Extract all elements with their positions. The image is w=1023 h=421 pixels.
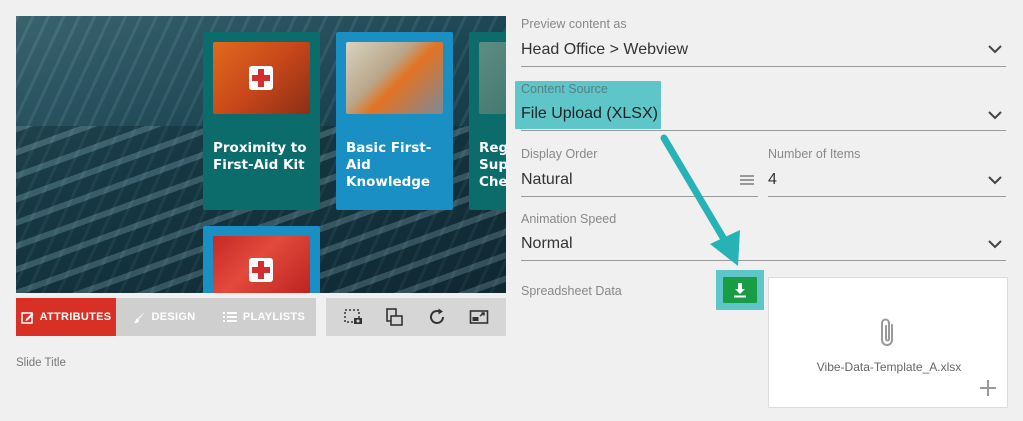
preview-as-select[interactable]: Head Office > Webview bbox=[521, 41, 688, 59]
animation-speed-label: Animation Speed bbox=[521, 212, 617, 226]
animation-speed-select[interactable]: Normal bbox=[521, 235, 573, 253]
paperclip-icon bbox=[881, 318, 893, 346]
first-aid-icon bbox=[249, 258, 273, 282]
preview-card-3: Reg Sup Che bbox=[469, 32, 506, 210]
download-template-button[interactable] bbox=[723, 277, 757, 303]
screenshot-button[interactable] bbox=[338, 302, 368, 332]
preview-card-1: Proximity to First-Aid Kit bbox=[203, 32, 320, 210]
brush-icon bbox=[133, 311, 145, 323]
display-order-underline bbox=[521, 196, 758, 197]
animation-speed-underline bbox=[521, 260, 1006, 261]
tab-playlists[interactable]: PLAYLISTS bbox=[212, 298, 316, 336]
preview-as-underline bbox=[521, 66, 1006, 67]
tab-attributes[interactable]: ATTRIBUTES bbox=[16, 298, 116, 336]
list-icon bbox=[222, 312, 237, 322]
chevron-down-icon[interactable] bbox=[987, 109, 1003, 121]
resize-button[interactable] bbox=[380, 302, 410, 332]
first-aid-icon bbox=[249, 66, 273, 90]
display-order-select[interactable]: Natural bbox=[521, 171, 573, 189]
card-2-image bbox=[346, 42, 443, 114]
menu-icon[interactable] bbox=[739, 173, 755, 187]
tab-design[interactable]: DESIGN bbox=[116, 298, 212, 336]
file-upload-dropzone[interactable]: Vibe-Data-Template_A.xlsx bbox=[768, 277, 1008, 408]
number-of-items-select[interactable]: 4 bbox=[768, 171, 777, 189]
spreadsheet-data-label: Spreadsheet Data bbox=[521, 284, 622, 298]
slide-preview: Proximity to First-Aid Kit Basic First- … bbox=[16, 16, 506, 293]
number-of-items-underline bbox=[768, 196, 1006, 197]
content-source-label: Content Source bbox=[521, 82, 608, 96]
download-icon bbox=[734, 283, 746, 298]
content-source-underline bbox=[521, 130, 1006, 131]
resize-icon bbox=[386, 308, 403, 326]
preview-card-4 bbox=[203, 226, 320, 293]
expand-icon bbox=[469, 310, 489, 324]
content-source-select[interactable]: File Upload (XLSX) bbox=[521, 105, 658, 123]
tab-attributes-label: ATTRIBUTES bbox=[39, 311, 112, 323]
edit-icon bbox=[20, 311, 34, 324]
card-4-image bbox=[213, 236, 310, 293]
annotation-arrow bbox=[660, 134, 740, 266]
chevron-down-icon[interactable] bbox=[987, 238, 1003, 250]
card-3-image bbox=[479, 42, 506, 114]
number-of-items-label: Number of Items bbox=[768, 147, 861, 161]
add-icon[interactable] bbox=[979, 379, 997, 397]
slide-title-label: Slide Title bbox=[16, 357, 66, 369]
refresh-icon bbox=[430, 308, 444, 324]
card-3-title: Reg Sup Che bbox=[479, 140, 506, 190]
preview-as-label: Preview content as bbox=[521, 17, 627, 31]
tab-design-label: DESIGN bbox=[151, 311, 196, 323]
download-highlight bbox=[716, 270, 764, 310]
display-order-label: Display Order bbox=[521, 147, 598, 161]
card-1-title: Proximity to First-Aid Kit bbox=[213, 140, 307, 173]
screenshot-icon bbox=[344, 309, 362, 324]
chevron-down-icon[interactable] bbox=[987, 174, 1003, 186]
editor-tabs: ATTRIBUTES DESIGN PLAYLISTS bbox=[16, 298, 316, 336]
chevron-down-icon[interactable] bbox=[987, 43, 1003, 55]
preview-toolbar bbox=[326, 298, 506, 336]
slide-editor: Proximity to First-Aid Kit Basic First- … bbox=[0, 0, 1023, 421]
card-2-title: Basic First- Aid Knowledge bbox=[346, 140, 432, 190]
refresh-button[interactable] bbox=[422, 302, 452, 332]
tab-playlists-label: PLAYLISTS bbox=[242, 311, 306, 323]
preview-card-2: Basic First- Aid Knowledge bbox=[336, 32, 453, 210]
uploaded-file-name: Vibe-Data-Template_A.xlsx bbox=[816, 360, 962, 374]
card-1-image bbox=[213, 42, 310, 114]
fullscreen-button[interactable] bbox=[464, 302, 494, 332]
